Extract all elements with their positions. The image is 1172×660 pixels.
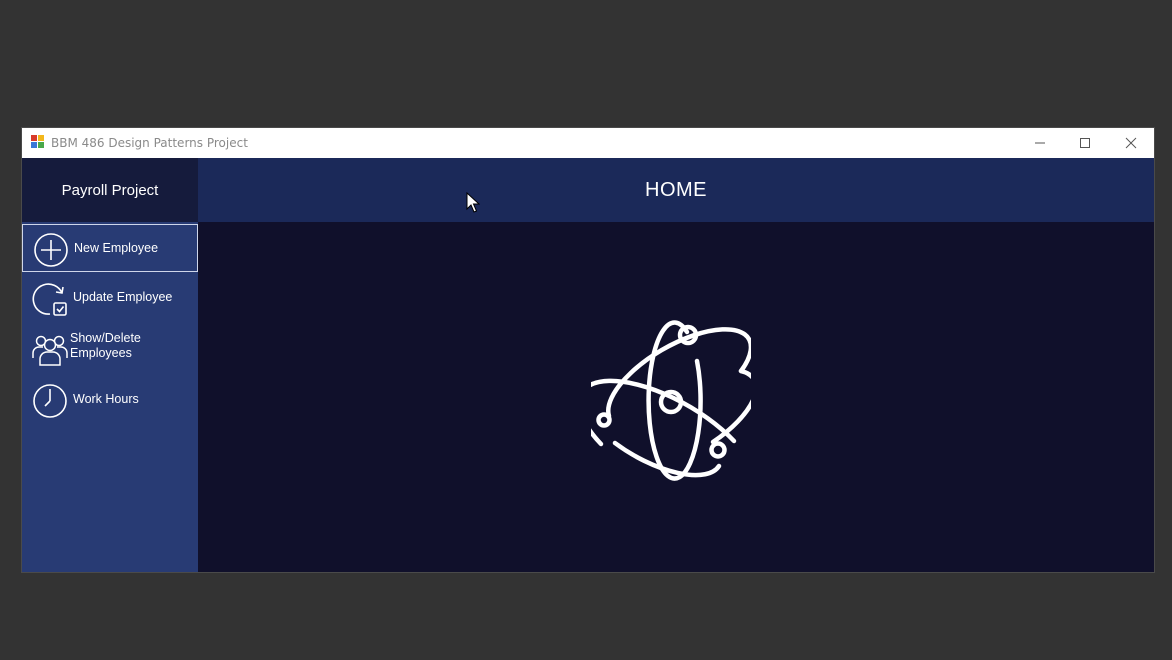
maximize-icon [1080,138,1090,148]
main-content [198,222,1154,572]
mouse-cursor-icon [466,192,480,213]
header-bar: HOME [198,158,1154,222]
sidebar-header: Payroll Project [22,158,198,222]
sidebar-item-label: Show/Delete Employees [70,331,141,361]
sidebar-item-work-hours[interactable]: Work Hours [22,376,198,424]
sidebar-item-label-line2: Employees [70,346,132,360]
page-title: HOME [645,179,707,201]
plus-circle-icon [34,233,68,267]
clock-icon [33,384,67,418]
window-title: BBM 486 Design Patterns Project [51,136,248,150]
sidebar-item-label: Work Hours [73,392,139,406]
sidebar-item-new-employee[interactable]: New Employee [22,224,198,272]
refresh-check-icon [32,283,67,316]
close-button[interactable] [1108,128,1154,158]
app-window: BBM 486 Design Patterns Project Payroll … [22,128,1154,572]
sidebar-item-label-line1: Show/Delete [70,331,141,345]
atom-icon [591,320,751,481]
sidebar-item-show-delete-employees[interactable]: Show/Delete Employees [22,324,198,372]
title-bar[interactable]: BBM 486 Design Patterns Project [22,128,1154,158]
app-icon [31,135,45,149]
sidebar-item-label: Update Employee [73,290,173,304]
maximize-button[interactable] [1062,128,1108,158]
close-icon [1125,137,1137,149]
sidebar-item-label: New Employee [74,241,159,255]
users-icon [32,335,68,366]
minimize-icon [1035,142,1045,144]
sidebar: Payroll Project New Employee Update Empl… [22,158,198,572]
sidebar-item-update-employee[interactable]: Update Employee [22,274,198,322]
minimize-button[interactable] [1017,128,1063,158]
